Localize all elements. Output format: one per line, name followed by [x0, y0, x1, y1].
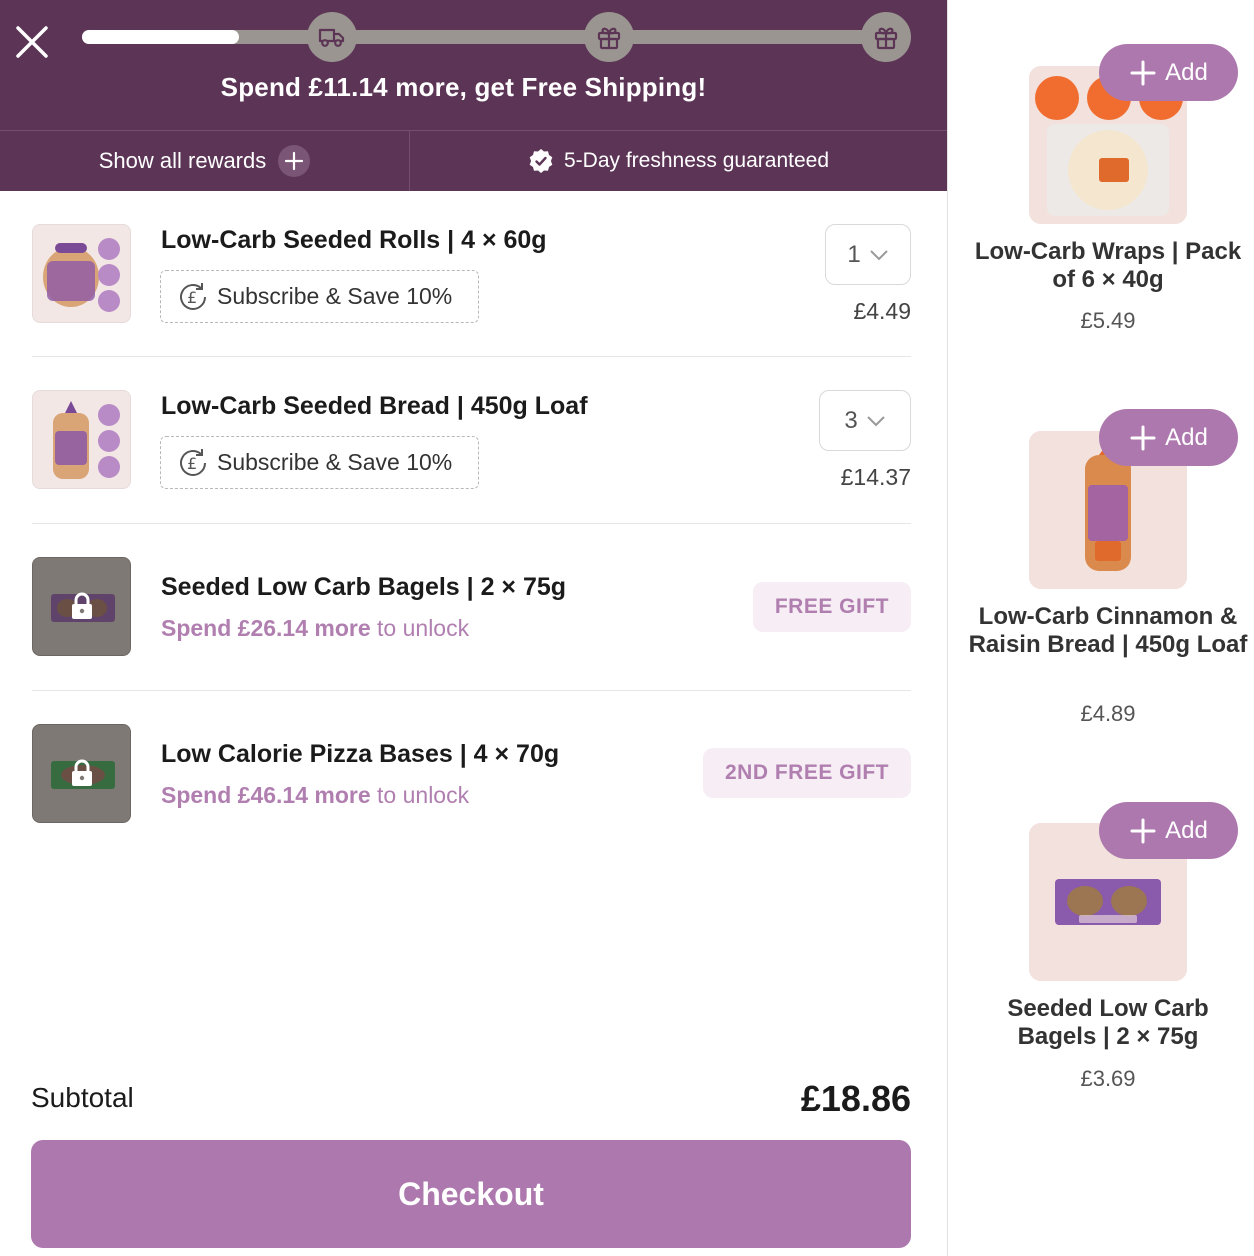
subscribe-save-label: Subscribe & Save 10% — [217, 283, 453, 309]
cart-item-title: Low-Carb Seeded Rolls | 4 × 60g — [161, 226, 547, 254]
shipping-progress-fill — [82, 30, 239, 44]
chevron-down-icon — [866, 415, 885, 426]
verified-badge-icon — [529, 149, 553, 173]
product-image-seeded-bread — [32, 390, 131, 489]
gift-unlock-message: Spend £26.14 more to unlock — [161, 615, 469, 642]
quantity-value: 3 — [844, 406, 858, 434]
subscribe-save-button[interactable]: £ Subscribe & Save 10% — [160, 436, 479, 489]
gift-unlock-message: Spend £46.14 more to unlock — [161, 782, 469, 809]
locked-gift-image — [32, 724, 131, 823]
subtotal-label: Subtotal — [31, 1082, 134, 1113]
locked-gift-item: Low Calorie Pizza Bases | 4 × 70g Spend … — [32, 724, 911, 858]
gift-title: Seeded Low Carb Bagels | 2 × 75g — [161, 573, 567, 601]
rewards-bar: Show all rewards 5-Day freshness guarant… — [0, 130, 947, 191]
add-button[interactable]: Add — [1099, 44, 1238, 101]
milestone-second-gift — [861, 12, 911, 62]
subscribe-save-label: Subscribe & Save 10% — [217, 449, 453, 475]
item-price: £14.37 — [840, 464, 911, 490]
recommendation-price: £4.89 — [1080, 701, 1136, 726]
plus-icon — [1130, 425, 1156, 450]
svg-text:£: £ — [187, 288, 197, 307]
add-button[interactable]: Add — [1099, 409, 1238, 466]
lock-icon — [72, 759, 92, 786]
add-button-label: Add — [1165, 58, 1208, 86]
close-icon[interactable] — [12, 22, 52, 62]
recommendation-title[interactable]: Low-Carb Wraps | Pack of 6 × 40g — [968, 238, 1248, 294]
recommendations-panel: Add Low-Carb Wraps | Pack of 6 × 40g £5.… — [947, 0, 1254, 1256]
free-gift-badge: FREE GIFT — [752, 582, 911, 632]
freshness-label: 5-Day freshness guaranteed — [564, 149, 829, 172]
locked-gift-item: Seeded Low Carb Bagels | 2 × 75g Spend £… — [32, 557, 911, 691]
gift-unlock-suffix: to unlock — [370, 615, 470, 641]
recommendation-price: £5.49 — [1080, 308, 1136, 333]
subscribe-save-button[interactable]: £ Subscribe & Save 10% — [160, 270, 479, 323]
shipping-progress-header: Spend £11.14 more, get Free Shipping! — [0, 0, 947, 130]
item-price: £4.49 — [853, 298, 911, 324]
recommendation-price: £3.69 — [1080, 1066, 1136, 1091]
gift-title: Low Calorie Pizza Bases | 4 × 70g — [161, 740, 560, 768]
add-button-label: Add — [1165, 816, 1208, 844]
quantity-select[interactable]: 1 — [825, 224, 911, 285]
subscription-pound-icon: £ — [180, 282, 206, 310]
milestone-free-gift — [584, 12, 634, 62]
quantity-value: 1 — [847, 240, 861, 268]
plus-icon — [1130, 60, 1156, 85]
subtotal-value: £18.86 — [800, 1078, 911, 1119]
gift-unlock-amount: Spend £26.14 more — [161, 615, 371, 641]
freshness-guarantee: 5-Day freshness guaranteed — [410, 131, 947, 191]
product-image-seeded-rolls — [32, 224, 131, 323]
cart-panel: Spend £11.14 more, get Free Shipping! Sh… — [0, 0, 947, 1256]
locked-gift-image — [32, 557, 131, 656]
checkout-button[interactable]: Checkout — [31, 1140, 911, 1248]
recommendation-title[interactable]: Low-Carb Cinnamon & Raisin Bread | 450g … — [968, 603, 1248, 659]
add-button-label: Add — [1165, 423, 1208, 451]
gift-icon — [874, 27, 898, 50]
gift-unlock-suffix: to unlock — [370, 782, 470, 808]
truck-icon — [318, 28, 345, 47]
shipping-message: Spend £11.14 more, get Free Shipping! — [220, 72, 707, 102]
subscription-pound-icon: £ — [180, 448, 206, 476]
plus-icon — [278, 145, 311, 177]
show-all-rewards-button[interactable]: Show all rewards — [0, 131, 410, 191]
cart-item: Low-Carb Seeded Rolls | 4 × 60g £ Subscr… — [32, 224, 911, 357]
lock-icon — [72, 592, 92, 619]
quantity-select[interactable]: 3 — [819, 390, 911, 451]
chevron-down-icon — [869, 249, 888, 260]
second-free-gift-badge: 2ND FREE GIFT — [702, 748, 911, 798]
shipping-progress-track — [82, 30, 908, 44]
plus-icon — [1130, 818, 1156, 843]
cart-item-title: Low-Carb Seeded Bread | 450g Loaf — [161, 392, 588, 420]
recommendation-title[interactable]: Seeded Low Carb Bagels | 2 × 75g — [968, 995, 1248, 1051]
gift-unlock-amount: Spend £46.14 more — [161, 782, 371, 808]
add-button[interactable]: Add — [1099, 802, 1238, 859]
svg-text:£: £ — [187, 454, 197, 473]
gift-icon — [597, 27, 621, 50]
show-all-rewards-label: Show all rewards — [98, 148, 267, 173]
milestone-free-shipping — [307, 12, 357, 62]
cart-item: Low-Carb Seeded Bread | 450g Loaf £ Subs… — [32, 390, 911, 524]
